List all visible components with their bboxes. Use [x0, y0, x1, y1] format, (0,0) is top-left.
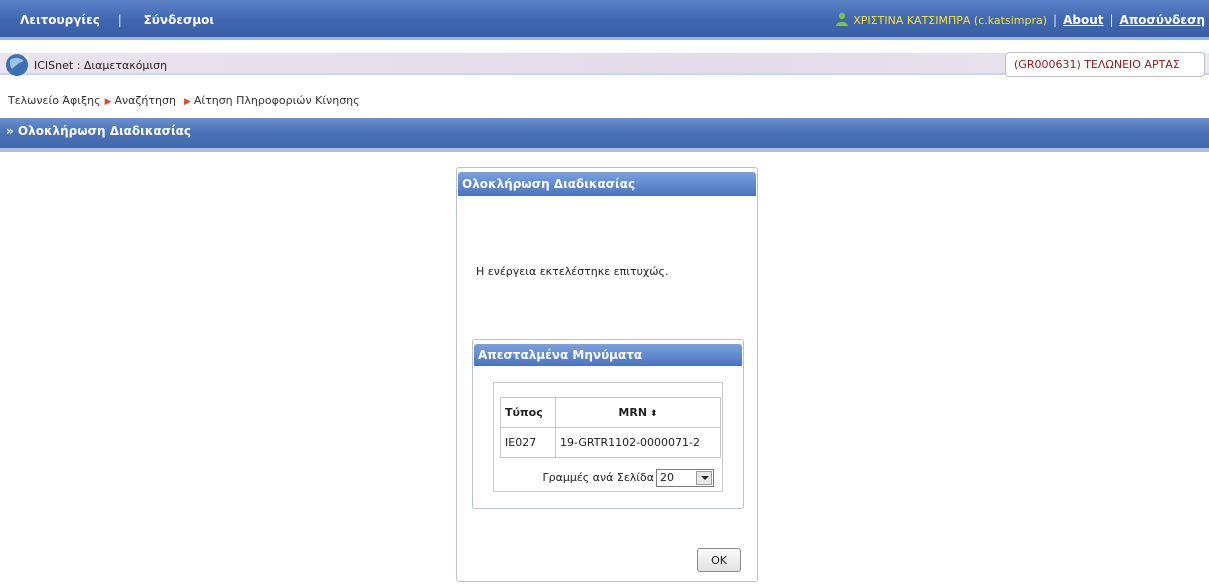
rows-per-page-value: 20: [660, 471, 674, 484]
breadcrumb-item[interactable]: Αίτηση Πληροφοριών Κίνησης: [194, 94, 360, 107]
cell-mrn: 19-GRTR1102-0000071-2: [555, 427, 721, 458]
cell-type: IE027: [500, 427, 556, 458]
table-header-row: Τύπος MRN ⬍: [500, 397, 721, 428]
column-header-type[interactable]: Τύπος: [500, 397, 556, 428]
app-title: ICISnet : Διαμετακόμιση: [34, 59, 168, 72]
right-separator: |: [1053, 13, 1058, 27]
dialog-title: Ολοκλήρωση Διαδικασίας: [458, 172, 756, 196]
sent-messages-grid: Τύπος MRN ⬍ IE027 19-GRTR1102-0000071-2 Γ…: [493, 382, 723, 492]
right-separator: |: [1109, 13, 1114, 27]
main-menu: Λειτουργίες | Σύνδεσμοι: [20, 13, 214, 27]
top-menu-bar: Λειτουργίες | Σύνδεσμοι ΧΡΙΣΤΙΝΑ ΚΑΤΣΙΜΠ…: [0, 0, 1209, 40]
sent-messages-table: Τύπος MRN ⬍ IE027 19-GRTR1102-0000071-2: [500, 397, 721, 458]
sent-messages-panel: Απεσταλμένα Μηνύματα Τύπος MRN ⬍ IE027 19…: [472, 339, 744, 509]
customs-office-field[interactable]: (GR000631) ΤΕΛΩΝΕΙΟ ΑΡΤΑΣ: [1005, 52, 1205, 77]
breadcrumb-arrow-icon: ▶: [104, 97, 112, 107]
table-row[interactable]: IE027 19-GRTR1102-0000071-2: [500, 427, 721, 458]
sort-icon[interactable]: ⬍: [650, 409, 658, 419]
menu-functions[interactable]: Λειτουργίες: [20, 13, 100, 27]
completion-dialog: Ολοκλήρωση Διαδικασίας Η ενέργεια εκτελέ…: [456, 167, 758, 582]
user-name[interactable]: ΧΡΙΣΤΙΝΑ ΚΑΤΣΙΜΠΡΑ (c.katsimpra): [853, 14, 1047, 27]
breadcrumb: Τελωνείο Άφιξης ▶ Αναζήτηση ▶ Αίτηση Πληροφο…: [8, 94, 360, 107]
user-area: ΧΡΙΣΤΙΝΑ ΚΑΤΣΙΜΠΡΑ (c.katsimpra) | About | Α…: [835, 12, 1205, 27]
section-header: » Ολοκλήρωση Διαδικασίας: [0, 118, 1209, 152]
ok-button[interactable]: OK: [697, 548, 741, 572]
section-title: » Ολοκλήρωση Διαδικασίας: [6, 124, 191, 138]
app-bar: ICISnet : Διαμετακόμιση (GR000631) ΤΕΛΩΝ…: [0, 47, 1209, 83]
column-header-mrn-label: MRN: [618, 406, 648, 419]
chevron-down-icon[interactable]: [696, 471, 712, 485]
sent-messages-title: Απεσταλμένα Μηνύματα: [474, 344, 742, 366]
breadcrumb-item[interactable]: Αναζήτηση: [115, 94, 176, 107]
rows-per-page: Γραμμές ανά Σελίδα 20: [542, 469, 714, 487]
column-header-mrn[interactable]: MRN ⬍: [555, 397, 721, 428]
about-link[interactable]: About: [1063, 13, 1103, 27]
logout-link[interactable]: Αποσύνδεση: [1120, 13, 1205, 27]
menu-links[interactable]: Σύνδεσμοι: [144, 13, 215, 27]
breadcrumb-item[interactable]: Τελωνείο Άφιξης: [8, 94, 101, 107]
success-message: Η ενέργεια εκτελέστηκε επιτυχώς.: [476, 265, 669, 278]
app-logo-icon: [6, 53, 30, 76]
user-icon: [836, 12, 849, 26]
rows-per-page-select[interactable]: 20: [656, 469, 714, 487]
breadcrumb-arrow-icon: ▶: [183, 97, 191, 107]
rows-per-page-label: Γραμμές ανά Σελίδα: [542, 471, 654, 484]
menu-separator: |: [117, 13, 122, 27]
